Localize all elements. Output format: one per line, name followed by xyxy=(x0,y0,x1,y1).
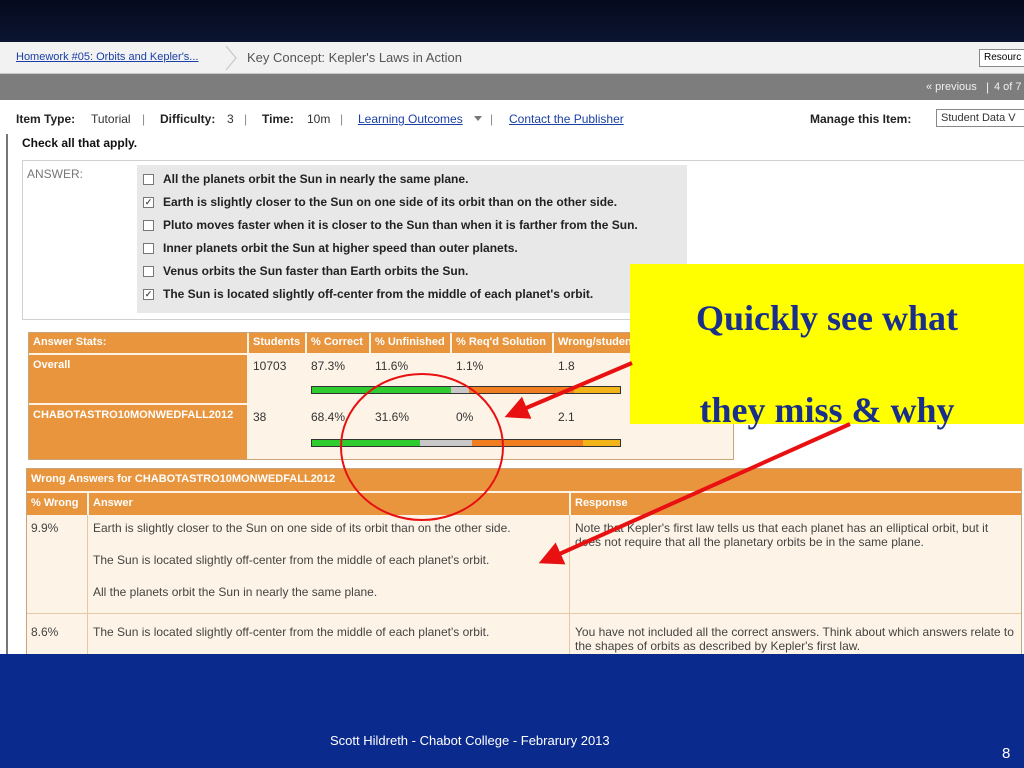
answer-option[interactable]: ✓ Earth is slightly closer to the Sun on… xyxy=(143,192,617,212)
bar-segment-yellow xyxy=(573,387,620,393)
instruction-text: Check all that apply. xyxy=(22,136,138,150)
pager-separator: | xyxy=(986,80,990,94)
stats-unfinished: 11.6% xyxy=(375,359,409,373)
answer-option[interactable]: Pluto moves faster when it is closer to … xyxy=(143,215,638,235)
stats-row-label: CHABOTASTRO10MONWEDFALL2012 xyxy=(29,405,247,459)
stats-reqd-solution: 1.1% xyxy=(456,359,484,373)
callout-line: they miss & why xyxy=(699,390,955,430)
checkbox[interactable] xyxy=(143,242,154,254)
item-type-value: Tutorial xyxy=(91,112,131,126)
bar-segment-grey xyxy=(419,440,473,446)
stats-reqd-solution: 0% xyxy=(456,410,474,424)
breadcrumb-current: Key Concept: Kepler's Laws in Action xyxy=(247,50,462,65)
stats-students: 10703 xyxy=(253,359,287,373)
stats-correct: 87.3% xyxy=(311,359,346,373)
stats-progress-bar xyxy=(311,386,621,394)
column-divider xyxy=(87,515,88,654)
wrong-answers-table: Wrong Answers for CHABOTASTRO10MONWEDFAL… xyxy=(26,468,1022,654)
info-separator: | xyxy=(490,112,494,126)
wrong-answer-item: The Sun is located slightly off-center f… xyxy=(93,553,490,567)
wrong-response: You have not included all the correct an… xyxy=(575,625,1014,653)
checkbox[interactable] xyxy=(143,173,154,185)
wrong-answers-title: Wrong Answers for CHABOTASTRO10MONWEDFAL… xyxy=(27,469,1021,491)
checkbox[interactable]: ✓ xyxy=(143,196,154,208)
stats-header: Answer Stats: xyxy=(29,333,247,353)
slide-footer: Scott Hildreth - Chabot College - Febrar… xyxy=(0,654,1024,768)
answer-stats-table: Answer Stats: Students % Correct % Unfin… xyxy=(28,332,735,460)
checkbox[interactable]: ✓ xyxy=(143,288,154,300)
answer-option[interactable]: All the planets orbit the Sun in nearly … xyxy=(143,169,468,189)
manage-item-label: Manage this Item: xyxy=(810,112,912,126)
bar-segment-yellow xyxy=(583,440,620,446)
option-label: Earth is slightly closer to the Sun on o… xyxy=(163,195,618,209)
wrong-answer-item: Earth is slightly closer to the Sun on o… xyxy=(93,521,511,535)
option-label: Inner planets orbit the Sun at higher sp… xyxy=(163,241,518,255)
row-divider xyxy=(27,613,1021,614)
stats-header: Students xyxy=(249,333,305,353)
breadcrumb-homework-link[interactable]: Homework #05: Orbits and Kepler's... xyxy=(16,51,198,63)
answer-label: ANSWER: xyxy=(27,167,84,181)
bar-segment-grey xyxy=(450,387,470,393)
callout-line: Quickly see what xyxy=(695,298,958,338)
time-value: 10m xyxy=(307,112,331,126)
answer-options: All the planets orbit the Sun in nearly … xyxy=(137,165,687,313)
breadcrumb-chevron-icon xyxy=(225,45,237,71)
stats-row-label: Overall xyxy=(29,355,247,403)
item-info-bar: Item Type: Tutorial | Difficulty: 3 | Ti… xyxy=(0,100,1024,134)
stats-header: % Unfinished xyxy=(371,333,450,353)
time-label: Time: xyxy=(262,112,294,126)
column-divider xyxy=(569,515,570,654)
bar-segment-orange xyxy=(469,387,574,393)
answer-option[interactable]: Inner planets orbit the Sun at higher sp… xyxy=(143,238,518,258)
stats-correct: 68.4% xyxy=(311,410,346,424)
pager-bar: « previous | 4 of 7 xyxy=(0,74,1024,100)
learning-outcomes-link[interactable]: Learning Outcomes xyxy=(358,112,463,126)
wrong-answer-item: All the planets orbit the Sun in nearly … xyxy=(93,585,378,599)
manage-item-select[interactable]: Student Data V xyxy=(936,109,1024,127)
option-label: The Sun is located slightly off-center f… xyxy=(163,287,594,301)
previous-link[interactable]: « previous xyxy=(926,81,977,93)
checkbox[interactable] xyxy=(143,265,154,277)
stats-students: 38 xyxy=(253,410,267,424)
resources-select[interactable]: Resourc xyxy=(979,49,1024,67)
bar-segment-orange xyxy=(472,440,584,446)
slide-number: 8 xyxy=(1002,745,1011,762)
slide-top-bar xyxy=(0,0,1024,42)
option-label: All the planets orbit the Sun in nearly … xyxy=(163,172,469,186)
footer-credit: Scott Hildreth - Chabot College - Febrar… xyxy=(330,733,610,748)
answer-option[interactable]: Venus orbits the Sun faster than Earth o… xyxy=(143,261,468,281)
wrong-response-header: Response xyxy=(571,493,1021,515)
callout-text: Quickly see what they miss & why xyxy=(630,272,1024,456)
stats-header: % Correct xyxy=(307,333,369,353)
bar-segment-green xyxy=(312,387,451,393)
wrong-pct: 9.9% xyxy=(31,521,59,535)
answer-option[interactable]: ✓ The Sun is located slightly off-center… xyxy=(143,284,593,304)
info-separator: | xyxy=(142,112,146,126)
wrong-answer-header: Answer xyxy=(89,493,569,515)
wrong-response: Note that Kepler's first law tells us th… xyxy=(575,521,989,549)
difficulty-label: Difficulty: xyxy=(160,112,216,126)
callout-box: Quickly see what they miss & why xyxy=(630,264,1024,430)
option-label: Venus orbits the Sun faster than Earth o… xyxy=(163,264,469,278)
info-separator: | xyxy=(244,112,248,126)
wrong-pct: 8.6% xyxy=(31,625,59,639)
item-type-label: Item Type: xyxy=(16,112,76,126)
stats-wrong-per-student: 1.8 xyxy=(558,359,575,373)
bar-segment-green xyxy=(312,440,420,446)
info-separator: | xyxy=(340,112,344,126)
stats-progress-bar xyxy=(311,439,621,447)
stats-header: % Req'd Solution xyxy=(452,333,552,353)
contact-publisher-link[interactable]: Contact the Publisher xyxy=(509,112,624,126)
checkbox[interactable] xyxy=(143,219,154,231)
chevron-down-icon[interactable] xyxy=(474,116,482,122)
pager-count: 4 of 7 xyxy=(994,81,1022,93)
difficulty-value: 3 xyxy=(227,112,234,126)
option-label: Pluto moves faster when it is closer to … xyxy=(163,218,638,232)
stats-wrong-per-student: 2.1 xyxy=(558,410,575,424)
breadcrumb: Homework #05: Orbits and Kepler's... Key… xyxy=(0,42,1024,74)
stats-unfinished: 31.6% xyxy=(375,410,410,424)
wrong-pct-header: % Wrong xyxy=(27,493,87,515)
wrong-answer-item: The Sun is located slightly off-center f… xyxy=(93,625,490,639)
